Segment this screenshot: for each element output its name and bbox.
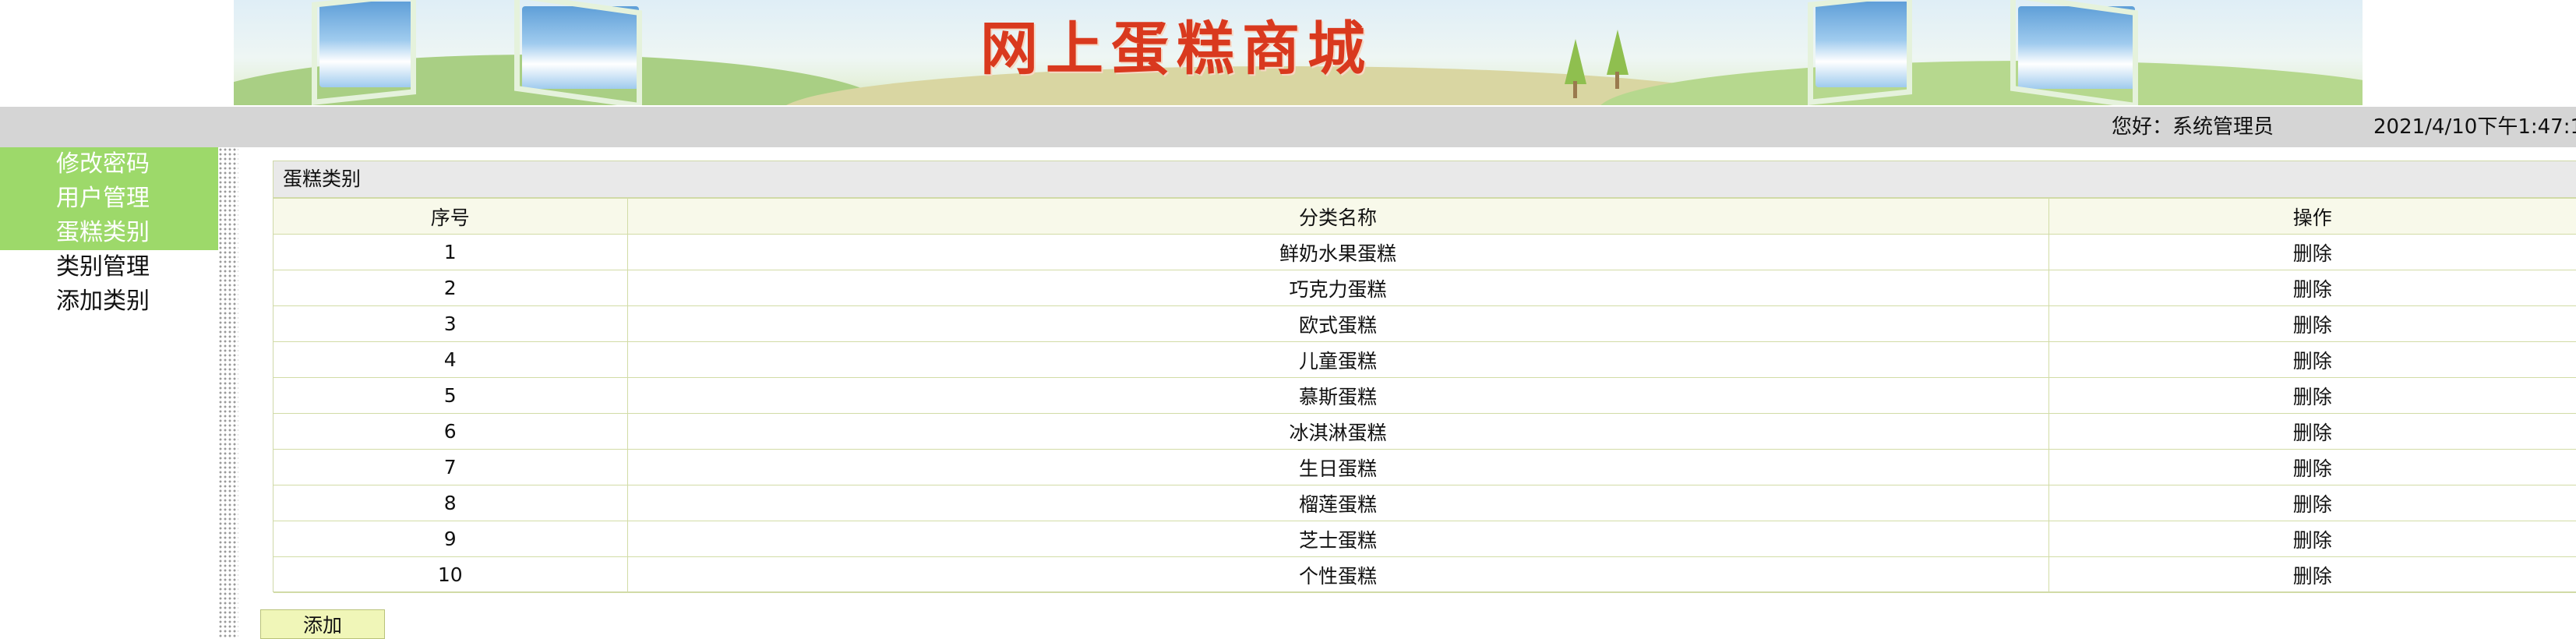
sidebar-divider	[218, 147, 238, 639]
table-header-row: 序号 分类名称 操作	[273, 198, 2576, 235]
user-greeting: 您好：系统管理员	[2112, 115, 2274, 139]
banner-hill	[1597, 61, 2363, 105]
table-row: 10 个性蛋糕 删除	[273, 556, 2576, 593]
delete-link[interactable]: 删除	[2048, 341, 2576, 378]
tree-image	[1607, 30, 1629, 75]
row-category-name: 欧式蛋糕	[626, 305, 2049, 342]
sidebar-menu: 修改密码 用户管理 蛋糕类别 类别管理 添加类别	[0, 147, 218, 639]
window-frame-image	[2010, 0, 2138, 105]
row-index: 7	[273, 449, 628, 485]
row-category-name: 冰淇淋蛋糕	[626, 413, 2049, 450]
table-row: 1 鲜奶水果蛋糕 删除	[273, 234, 2576, 270]
row-category-name: 榴莲蛋糕	[626, 485, 2049, 521]
column-header-action: 操作	[2048, 198, 2576, 235]
row-category-name: 芝士蛋糕	[626, 521, 2049, 557]
table-row: 8 榴莲蛋糕 删除	[273, 485, 2576, 521]
column-header-category-name: 分类名称	[626, 198, 2049, 235]
delete-link[interactable]: 删除	[2048, 377, 2576, 414]
table-row: 4 儿童蛋糕 删除	[273, 341, 2576, 378]
panel-title: 蛋糕类别	[273, 161, 2576, 198]
row-index: 3	[273, 305, 628, 342]
sidebar-item-add-category[interactable]: 添加类别	[0, 284, 218, 319]
delete-link[interactable]: 删除	[2048, 234, 2576, 270]
table-row: 9 芝士蛋糕 删除	[273, 521, 2576, 557]
add-category-button[interactable]: 添加	[260, 609, 385, 639]
table-row: 6 冰淇淋蛋糕 删除	[273, 413, 2576, 450]
table-row: 7 生日蛋糕 删除	[273, 449, 2576, 485]
delete-link[interactable]: 删除	[2048, 270, 2576, 306]
delete-link[interactable]: 删除	[2048, 485, 2576, 521]
row-index: 5	[273, 377, 628, 414]
row-category-name: 慕斯蛋糕	[626, 377, 2049, 414]
sidebar-item-category-management[interactable]: 类别管理	[0, 250, 218, 284]
delete-link[interactable]: 删除	[2048, 449, 2576, 485]
delete-link[interactable]: 删除	[2048, 305, 2576, 342]
sidebar-item-user-management[interactable]: 用户管理	[0, 182, 218, 216]
row-index: 2	[273, 270, 628, 306]
row-index: 1	[273, 234, 628, 270]
row-index: 9	[273, 521, 628, 557]
tree-image	[1565, 39, 1586, 84]
category-table: 序号 分类名称 操作 1 鲜奶水果蛋糕 删除 2 巧克力蛋糕 删除 3 欧式蛋糕…	[273, 198, 2576, 593]
site-title: 网上蛋糕商城	[980, 15, 1373, 83]
sidebar-item-change-password[interactable]: 修改密码	[0, 147, 218, 182]
sidebar-item-cake-categories[interactable]: 蛋糕类别	[0, 216, 218, 250]
row-index: 6	[273, 413, 628, 450]
window-frame-image	[312, 0, 416, 105]
delete-link[interactable]: 删除	[2048, 521, 2576, 557]
category-panel: 蛋糕类别 序号 分类名称 操作 1 鲜奶水果蛋糕 删除 2 巧克力蛋糕 删除 3…	[273, 161, 2576, 593]
row-category-name: 生日蛋糕	[626, 449, 2049, 485]
table-row: 2 巧克力蛋糕 删除	[273, 270, 2576, 306]
table-row: 3 欧式蛋糕 删除	[273, 305, 2576, 342]
window-frame-image	[514, 0, 642, 105]
delete-link[interactable]: 删除	[2048, 413, 2576, 450]
window-frame-image	[1808, 0, 1912, 105]
row-index: 8	[273, 485, 628, 521]
tree-trunk-image	[1573, 81, 1577, 98]
status-bar: 您好：系统管理员 2021/4/10下午1:47:14	[0, 107, 2576, 147]
tree-trunk-image	[1615, 72, 1619, 89]
row-category-name: 儿童蛋糕	[626, 341, 2049, 378]
row-category-name: 鲜奶水果蛋糕	[626, 234, 2049, 270]
column-header-index: 序号	[273, 198, 628, 235]
row-index: 4	[273, 341, 628, 378]
row-category-name: 巧克力蛋糕	[626, 270, 2049, 306]
current-datetime: 2021/4/10下午1:47:14	[2373, 115, 2576, 139]
delete-link[interactable]: 删除	[2048, 556, 2576, 593]
row-category-name: 个性蛋糕	[626, 556, 2049, 593]
row-index: 10	[273, 556, 628, 593]
site-banner: 网上蛋糕商城	[234, 0, 2363, 105]
table-row: 5 慕斯蛋糕 删除	[273, 377, 2576, 414]
